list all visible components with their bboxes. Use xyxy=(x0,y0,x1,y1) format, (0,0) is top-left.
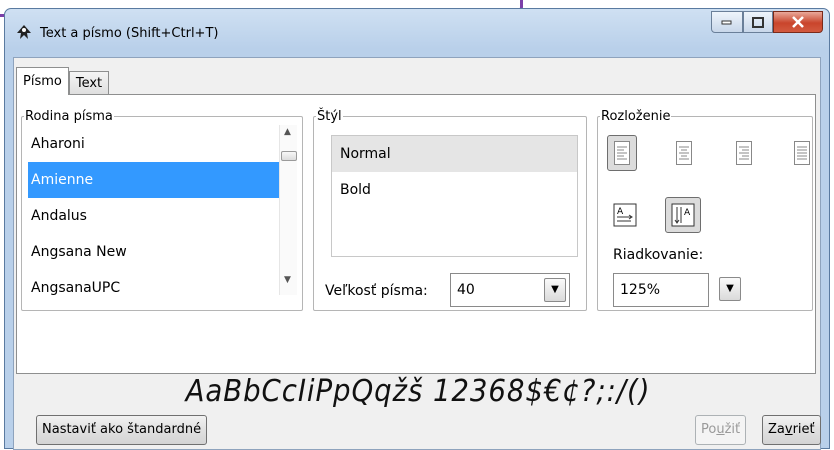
dialog-client: Písmo Text Rodina písma Aharoni Amienne … xyxy=(13,57,821,450)
font-family-legend: Rodina písma xyxy=(25,109,113,124)
font-size-combo[interactable]: 40 ▼ xyxy=(450,273,570,307)
list-item[interactable]: AngsanaUPC xyxy=(28,270,285,296)
line-spacing-value: 125% xyxy=(620,282,661,298)
apply-button[interactable]: Použiť xyxy=(695,415,747,445)
list-item[interactable]: Angsana New xyxy=(28,234,285,270)
dialog-window: Text a písmo (Shift+Ctrl+T) Písmo Text R… xyxy=(4,8,830,450)
line-spacing-label: Riadkovanie: xyxy=(613,247,704,263)
svg-text:A: A xyxy=(617,207,624,217)
close-label-suffix: rieť xyxy=(792,422,815,437)
window-controls xyxy=(711,11,823,33)
align-justify-icon xyxy=(794,141,810,165)
scroll-thumb[interactable] xyxy=(281,151,297,161)
layout-legend: Rozloženie xyxy=(601,109,671,124)
style-list[interactable]: Normal Bold xyxy=(331,135,578,257)
scroll-up-icon[interactable]: ▲ xyxy=(284,127,291,137)
font-size-value: 40 xyxy=(457,282,475,298)
line-spacing-combo[interactable]: 125% xyxy=(613,273,709,307)
align-left-button[interactable] xyxy=(607,135,637,171)
window-title: Text a písmo (Shift+Ctrl+T) xyxy=(40,25,219,41)
horizontal-text-icon: A xyxy=(613,203,637,227)
minimize-icon xyxy=(721,20,732,25)
font-family-list[interactable]: Aharoni Amienne Andalus Angsana New Angs… xyxy=(27,125,286,297)
align-justify-button[interactable] xyxy=(787,135,817,171)
close-label-prefix: Za xyxy=(768,422,785,437)
scroll-down-icon[interactable]: ▼ xyxy=(284,275,291,285)
list-item-selected[interactable]: Amienne xyxy=(28,162,285,198)
set-default-button[interactable]: Nastaviť ako štandardné xyxy=(36,415,208,445)
maximize-icon xyxy=(752,16,764,28)
apply-label-accesskey: u xyxy=(716,422,725,437)
line-spacing-dropdown[interactable]: ▼ xyxy=(711,273,741,307)
svg-text:A: A xyxy=(684,208,691,218)
list-item[interactable]: Aharoni xyxy=(28,126,285,162)
align-right-icon xyxy=(736,141,752,165)
font-preview-text: AaBbCcIiPpQqžš 12368$€¢?;:/() xyxy=(185,374,651,409)
tab-text[interactable]: Text xyxy=(68,71,110,95)
close-button[interactable]: Zavrieť xyxy=(762,415,821,445)
chevron-down-icon[interactable]: ▼ xyxy=(719,277,741,301)
vertical-text-icon: A xyxy=(671,203,695,227)
style-item-selected[interactable]: Normal xyxy=(332,136,577,172)
inkscape-icon xyxy=(15,24,33,42)
font-list-scrollbar[interactable]: ▲ ▼ xyxy=(279,125,297,295)
list-item[interactable]: Andalus xyxy=(28,198,285,234)
chevron-down-icon[interactable]: ▼ xyxy=(544,278,566,302)
tab-strip: Písmo Text xyxy=(16,67,110,95)
apply-label-suffix: žiť xyxy=(724,422,741,437)
style-legend: Štýl xyxy=(317,109,342,124)
style-item[interactable]: Bold xyxy=(332,172,577,208)
close-label-accesskey: v xyxy=(784,422,793,437)
minimize-button[interactable] xyxy=(711,11,743,33)
align-right-button[interactable] xyxy=(729,135,759,171)
align-left-icon xyxy=(614,141,630,165)
vertical-text-button[interactable]: A xyxy=(665,197,701,233)
tab-panel-font: Rodina písma Aharoni Amienne Andalus Ang… xyxy=(16,94,816,374)
align-center-button[interactable] xyxy=(669,135,699,171)
close-window-button[interactable] xyxy=(773,11,823,33)
horizontal-text-button[interactable]: A xyxy=(607,197,643,233)
font-size-label: Veľkosť písma: xyxy=(325,283,428,299)
tab-font[interactable]: Písmo xyxy=(16,67,69,95)
maximize-button[interactable] xyxy=(743,11,773,33)
title-bar[interactable]: Text a písmo (Shift+Ctrl+T) xyxy=(15,21,218,45)
close-icon xyxy=(792,16,804,28)
apply-label-prefix: Po xyxy=(701,422,717,437)
align-center-icon xyxy=(676,141,692,165)
